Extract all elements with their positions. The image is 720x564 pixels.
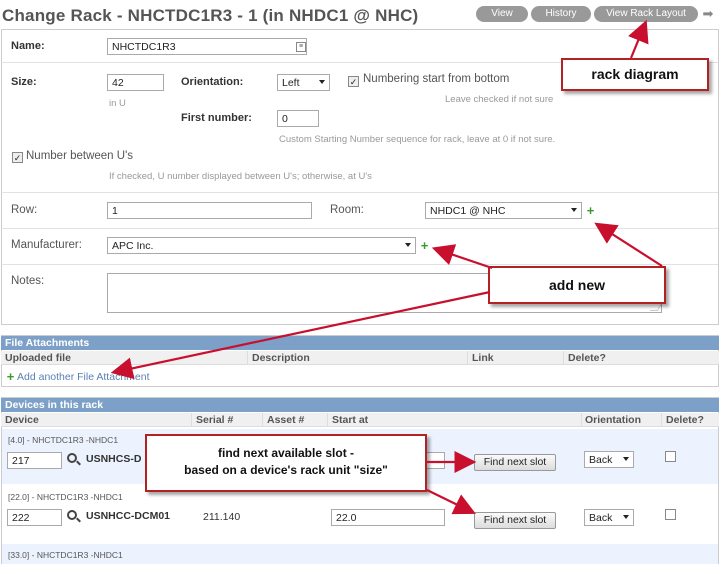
room-select[interactable]: NHDC1 @ NHC [425,202,582,219]
orientation-select[interactable]: Left [277,74,330,91]
file-attachments-header: File Attachments [1,336,719,350]
delete-checkbox[interactable] [665,509,676,520]
row-label: [33.0] - NHCTDC1R3 -NHDC1 [8,550,123,560]
add-room-icon[interactable]: + [585,204,596,217]
devices-header: Devices in this rack [1,398,719,412]
find-slot-callout-line2: based on a device's rack unit "size" [184,463,388,477]
col-description: Description [252,352,310,364]
numbering-label: Numbering start from bottom [363,73,510,85]
add-new-callout: add new [488,266,666,304]
delete-checkbox[interactable] [665,451,676,462]
size-help: in U [109,98,126,109]
search-icon[interactable] [67,453,77,463]
first-number-help: Custom Starting Number sequence for rack… [279,134,556,145]
find-slot-callout-line1: find next available slot - [217,446,355,460]
orientation-label: Orientation: [181,76,244,88]
col-uploaded-file: Uploaded file [5,352,71,364]
row-label: [4.0] - NHCTDC1R3 -NHDC1 [8,435,119,445]
add-attachment-link[interactable]: Add another File Attachment [17,371,150,383]
size-label: Size: [11,76,37,88]
notes-label: Notes: [11,275,45,287]
history-button[interactable]: History [531,6,591,22]
numbering-help: Leave checked if not sure [445,94,554,105]
file-attachments-columns: Uploaded file Description Link Delete? [1,351,719,365]
col-asset: Asset # [267,414,305,426]
col-orientation: Orientation [585,414,642,426]
resize-handle-icon[interactable] [649,303,663,311]
start-at-input[interactable]: 22.0 [331,509,445,526]
first-number-label: First number: [181,112,252,124]
arrow-right-icon[interactable]: ➡ [700,6,716,22]
find-next-slot-button[interactable]: Find next slot [474,454,556,471]
col-delete: Delete? [568,352,606,364]
row-label: Row: [11,204,38,216]
serial-value: 211.140 [203,511,241,523]
row-input[interactable]: 1 [107,202,312,219]
row-label: [22.0] - NHCTDC1R3 -NHDC1 [8,492,123,502]
col-start-at: Start at [332,414,369,426]
manufacturer-select[interactable]: APC Inc. [107,237,416,254]
numbering-checkbox[interactable]: ✓ [348,76,359,87]
view-button[interactable]: View [476,6,528,22]
orientation-select[interactable]: Back [584,451,634,468]
col-serial: Serial # [196,414,234,426]
rack-diagram-callout: rack diagram [561,58,709,91]
find-next-slot-button[interactable]: Find next slot [474,512,556,529]
search-icon[interactable] [67,510,77,520]
col-device: Device [5,414,39,426]
add-manufacturer-icon[interactable]: + [419,239,430,252]
between-label: Number between U's [26,150,134,162]
room-label: Room: [330,204,364,216]
device-name: USNHCC-DCM01 [86,510,171,522]
add-attachment-icon[interactable]: + [5,370,16,383]
first-number-input[interactable]: 0 [277,110,319,127]
page-title: Change Rack - NHCTDC1R3 - 1 (in NHDC1 @ … [2,6,419,25]
orientation-select[interactable]: Back [584,509,634,526]
keyboard-icon: ≡ [296,42,306,52]
devices-columns: Device Serial # Asset # Start at Orienta… [1,413,719,427]
device-name: USNHCS-D [86,453,142,465]
col-delete: Delete? [666,414,704,426]
between-checkbox[interactable]: ✓ [12,152,23,163]
size-input[interactable]: 42 [107,74,164,91]
device-id-input[interactable]: 217 [7,452,62,469]
name-input[interactable]: NHCTDC1R3 [107,38,307,55]
col-link: Link [472,352,494,364]
device-id-input[interactable]: 222 [7,509,62,526]
manufacturer-label: Manufacturer: [11,239,82,251]
view-rack-layout-button[interactable]: View Rack Layout [594,6,698,22]
find-slot-callout: find next available slot - based on a de… [145,434,427,492]
name-label: Name: [11,40,45,52]
between-help: If checked, U number displayed between U… [109,171,372,182]
